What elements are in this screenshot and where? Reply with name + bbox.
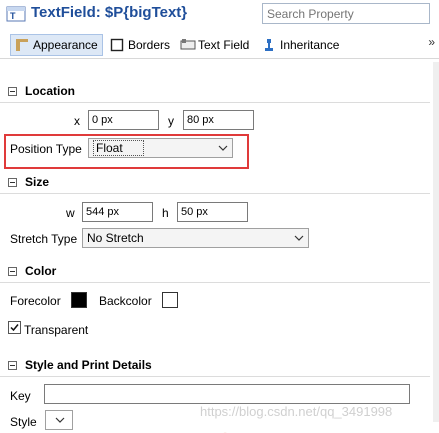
position-type-select[interactable]: Float	[88, 138, 233, 158]
position-type-label: Position Type	[10, 142, 82, 156]
w-label: w	[66, 206, 75, 220]
stretch-type-select[interactable]: No Stretch	[82, 228, 309, 248]
width-input[interactable]	[82, 202, 153, 222]
tab-text-field[interactable]: Text Field	[176, 34, 253, 56]
text-field-icon	[180, 38, 196, 52]
color-section-header[interactable]: Color	[8, 264, 56, 278]
search-property-input[interactable]	[262, 3, 430, 24]
watermark: https://blog.csdn.net/qq_3491998	[200, 404, 393, 419]
location-section-header[interactable]: Location	[8, 84, 75, 98]
section-title: Size	[25, 175, 50, 189]
scrollbar[interactable]	[433, 62, 439, 422]
select-value: Float	[93, 140, 144, 156]
style-print-section-header[interactable]: Style and Print Details	[8, 358, 152, 372]
forecolor-swatch[interactable]	[71, 292, 87, 308]
section-title: Location	[25, 84, 75, 98]
h-label: h	[162, 206, 169, 220]
tab-label: Appearance	[33, 38, 98, 52]
chevron-down-icon	[55, 414, 65, 424]
divider	[0, 193, 430, 194]
borders-icon	[110, 38, 124, 52]
svg-text:T: T	[10, 11, 16, 21]
tab-borders[interactable]: Borders	[106, 34, 174, 56]
collapse-icon	[8, 360, 17, 370]
tab-label: Inheritance	[280, 38, 340, 52]
transparent-checkbox[interactable]	[8, 321, 21, 334]
chevron-down-icon	[294, 232, 304, 242]
annotation-stroke	[212, 427, 234, 433]
inheritance-icon	[262, 38, 276, 52]
tab-bar: Appearance Borders Text Field Inheritanc…	[0, 31, 439, 59]
divider	[0, 102, 430, 103]
transparent-label: Transparent	[24, 323, 89, 337]
divider	[0, 376, 430, 377]
page-title: TextField: $P{bigText}	[31, 4, 188, 21]
tab-label: Borders	[128, 38, 171, 52]
y-input[interactable]	[183, 110, 254, 130]
chevron-down-icon	[218, 142, 228, 152]
section-title: Style and Print Details	[25, 358, 152, 372]
height-input[interactable]	[177, 202, 248, 222]
tab-overflow-button[interactable]: »	[428, 35, 435, 49]
textfield-icon: T	[6, 5, 26, 23]
y-label: y	[168, 114, 174, 128]
key-label: Key	[10, 389, 31, 403]
appearance-icon	[15, 38, 29, 52]
collapse-icon	[8, 86, 17, 96]
collapse-icon	[8, 266, 17, 276]
key-input[interactable]	[44, 384, 410, 404]
tab-inheritance[interactable]: Inheritance	[258, 34, 343, 56]
section-title: Color	[25, 264, 57, 278]
forecolor-label: Forecolor	[10, 294, 61, 308]
size-section-header[interactable]: Size	[8, 175, 49, 189]
checkmark-icon	[10, 324, 19, 332]
x-label: x	[74, 114, 80, 128]
style-select[interactable]	[45, 410, 73, 430]
backcolor-swatch[interactable]	[162, 292, 178, 308]
tab-label: Text Field	[198, 38, 250, 52]
style-label: Style	[10, 415, 37, 429]
collapse-icon	[8, 177, 17, 187]
backcolor-label: Backcolor	[99, 294, 152, 308]
select-value: No Stretch	[87, 231, 144, 245]
stretch-type-label: Stretch Type	[10, 232, 78, 246]
tab-appearance[interactable]: Appearance	[10, 34, 103, 56]
x-input[interactable]	[88, 110, 159, 130]
divider	[0, 282, 430, 283]
